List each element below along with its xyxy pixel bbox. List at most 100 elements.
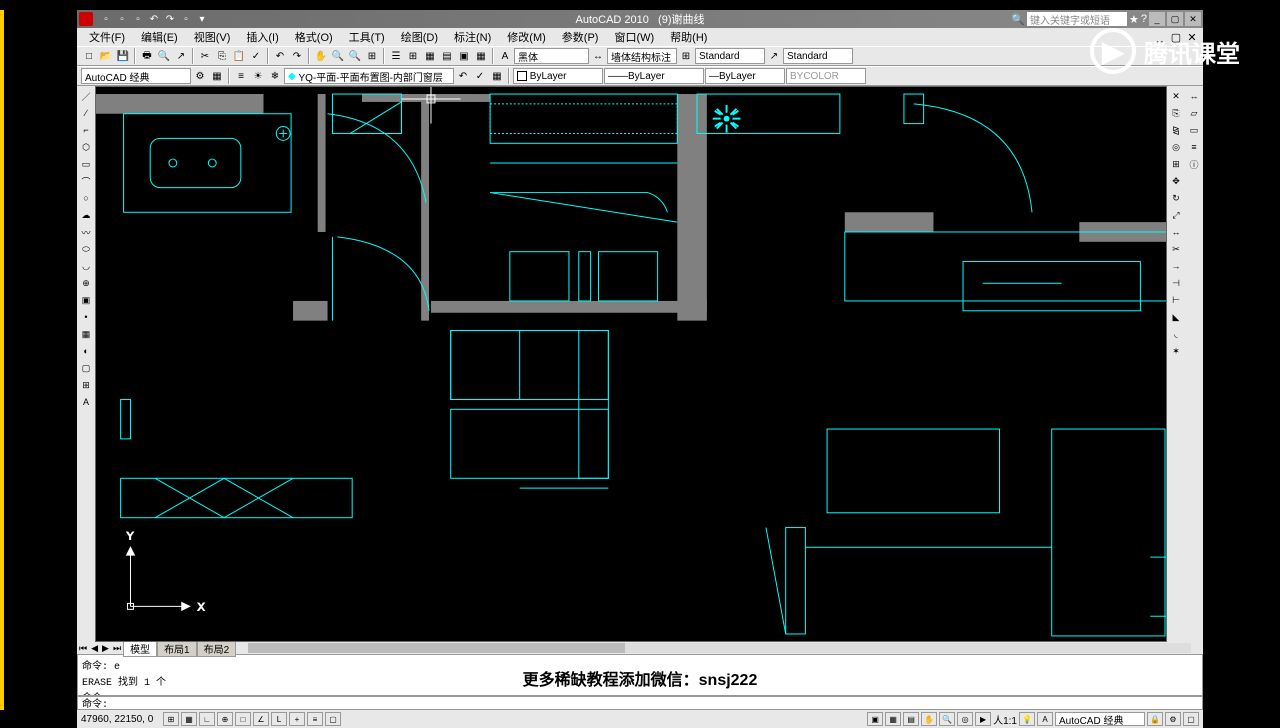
menu-window[interactable]: 窗口(W) xyxy=(606,27,662,47)
menu-parametric[interactable]: 参数(P) xyxy=(554,27,607,47)
drawing-canvas[interactable]: X Y xyxy=(95,86,1167,642)
ellipsearc-icon[interactable]: ◡ xyxy=(78,258,94,274)
markup-icon[interactable]: ▣ xyxy=(456,48,472,64)
undo-icon[interactable]: ↶ xyxy=(272,48,288,64)
match-icon[interactable]: ✓ xyxy=(248,48,264,64)
id-icon[interactable]: ⓘ xyxy=(1186,156,1202,172)
workspace-settings-icon[interactable]: ⚙ xyxy=(192,68,208,84)
hscroll-track[interactable] xyxy=(248,643,1191,653)
color-dropdown[interactable]: ByLayer xyxy=(513,68,603,84)
list-icon[interactable]: ≡ xyxy=(1186,139,1202,155)
layer-manager-icon[interactable]: ≡ xyxy=(233,68,249,84)
textstyle-icon[interactable]: A xyxy=(497,48,513,64)
preview-icon[interactable]: 🔍 xyxy=(156,48,172,64)
trim-icon[interactable]: ✂ xyxy=(1168,241,1184,257)
annovis-icon[interactable]: 💡 xyxy=(1019,712,1035,726)
save-icon[interactable]: 💾 xyxy=(115,48,131,64)
textstyle2-dropdown[interactable]: Standard xyxy=(783,48,853,64)
mleader-icon[interactable]: ↗ xyxy=(766,48,782,64)
ortho-toggle[interactable]: ∟ xyxy=(199,712,215,726)
plotstyle-dropdown[interactable]: BYCOLOR xyxy=(786,68,866,84)
tab-nav-next-icon[interactable]: ▶ xyxy=(100,643,111,654)
layer-dropdown[interactable]: ◆ YQ-平面-平面布置图-内部门窗层 xyxy=(284,68,454,84)
polar-toggle[interactable]: ⊕ xyxy=(217,712,233,726)
quickview-icon[interactable]: ▦ xyxy=(885,712,901,726)
doc-close-icon[interactable]: ✕ xyxy=(1185,31,1199,44)
scale-icon[interactable]: ⤢ xyxy=(1168,207,1184,223)
gradient-icon[interactable]: ◐ xyxy=(78,343,94,359)
font-dropdown[interactable]: 黑体 xyxy=(514,48,589,64)
array-icon[interactable]: ⊞ xyxy=(1168,156,1184,172)
region2-icon[interactable]: ▭ xyxy=(1186,122,1202,138)
osnap-toggle[interactable]: □ xyxy=(235,712,251,726)
region-icon[interactable]: ▢ xyxy=(78,360,94,376)
tab-nav-first-icon[interactable]: ⏮ xyxy=(77,643,89,654)
menu-edit[interactable]: 编辑(E) xyxy=(133,27,186,47)
infocenter-icon[interactable]: 🔍 xyxy=(1011,13,1025,26)
doc-restore-icon[interactable]: ▢ xyxy=(1169,31,1183,44)
lwt-toggle[interactable]: ≡ xyxy=(307,712,323,726)
spline-icon[interactable]: 〰 xyxy=(78,224,94,240)
rectangle-icon[interactable]: ▭ xyxy=(78,156,94,172)
autocad-logo-icon[interactable] xyxy=(79,12,93,26)
designcenter-icon[interactable]: ⊞ xyxy=(405,48,421,64)
extend-icon[interactable]: → xyxy=(1168,258,1184,274)
mtext-icon[interactable]: A xyxy=(78,394,94,410)
command-input[interactable]: 命令: xyxy=(77,696,1203,710)
dimstyle-dropdown[interactable]: 墙体结构标注 xyxy=(607,48,677,64)
tab-nav-prev-icon[interactable]: ◀ xyxy=(89,643,100,654)
xline-icon[interactable]: ∕ xyxy=(78,105,94,121)
zoom-window-icon[interactable]: ⊞ xyxy=(364,48,380,64)
menu-file[interactable]: 文件(F) xyxy=(81,27,133,47)
hardware-icon[interactable]: ⚙ xyxy=(1165,712,1181,726)
showmotion-icon[interactable]: ▶ xyxy=(975,712,991,726)
menu-dimension[interactable]: 标注(N) xyxy=(446,27,499,47)
layer-freeze-icon[interactable]: ❄ xyxy=(267,68,283,84)
coordinates-display[interactable]: 47960, 22150, 0 xyxy=(81,714,161,725)
menu-view[interactable]: 视图(V) xyxy=(186,27,239,47)
sheetset-icon[interactable]: ▤ xyxy=(439,48,455,64)
snap-toggle[interactable]: ⊞ xyxy=(163,712,179,726)
point-icon[interactable]: • xyxy=(78,309,94,325)
zoom-prev-icon[interactable]: 🔍 xyxy=(347,48,363,64)
pan-icon[interactable]: ✋ xyxy=(313,48,329,64)
menu-draw[interactable]: 绘图(D) xyxy=(393,27,446,47)
layer-state-icon[interactable]: ☀ xyxy=(250,68,266,84)
block-icon[interactable]: ▣ xyxy=(78,292,94,308)
pan-status-icon[interactable]: ✋ xyxy=(921,712,937,726)
search-input[interactable]: 键入关键字或短语 xyxy=(1027,12,1127,26)
toolpalettes-icon[interactable]: ▦ xyxy=(422,48,438,64)
stretch-icon[interactable]: ↔ xyxy=(1168,224,1184,240)
pline-icon[interactable]: ⌐ xyxy=(78,122,94,138)
tablestyle-icon[interactable]: ⊞ xyxy=(678,48,694,64)
qat-redo-icon[interactable]: ↷ xyxy=(163,12,177,26)
open-icon[interactable]: 📂 xyxy=(98,48,114,64)
join-icon[interactable]: ⊢ xyxy=(1168,292,1184,308)
break-icon[interactable]: ⊣ xyxy=(1168,275,1184,291)
grid-toggle[interactable]: ▦ xyxy=(181,712,197,726)
workspace-save-icon[interactable]: ▦ xyxy=(209,68,225,84)
qat-print-icon[interactable]: ▫ xyxy=(179,12,193,26)
menu-tools[interactable]: 工具(T) xyxy=(341,27,393,47)
annoscale-display[interactable]: 人1:1 xyxy=(993,712,1017,727)
menu-help[interactable]: 帮助(H) xyxy=(662,27,715,47)
tab-nav-last-icon[interactable]: ⏭ xyxy=(111,643,123,654)
area-icon[interactable]: ▱ xyxy=(1186,105,1202,121)
qvlayout-icon[interactable]: ▤ xyxy=(903,712,919,726)
move-icon[interactable]: ✥ xyxy=(1168,173,1184,189)
qat-save-icon[interactable]: ▫ xyxy=(131,12,145,26)
qat-dropdown-icon[interactable]: ▾ xyxy=(195,12,209,26)
zoom-icon[interactable]: 🔍 xyxy=(330,48,346,64)
copy-obj-icon[interactable]: ⎘ xyxy=(1168,105,1184,121)
dist-icon[interactable]: ↔ xyxy=(1186,88,1202,104)
tab-layout1[interactable]: 布局1 xyxy=(157,640,197,657)
doc-minimize-icon[interactable]: _ xyxy=(1153,31,1167,44)
offset-icon[interactable]: ◎ xyxy=(1168,139,1184,155)
layer-iso-icon[interactable]: ▦ xyxy=(489,68,505,84)
rotate-icon[interactable]: ↻ xyxy=(1168,190,1184,206)
model-paper-toggle[interactable]: ▣ xyxy=(867,712,883,726)
erase-icon[interactable]: ✕ xyxy=(1168,88,1184,104)
redo-icon[interactable]: ↷ xyxy=(289,48,305,64)
zoom-status-icon[interactable]: 🔍 xyxy=(939,712,955,726)
polygon-icon[interactable]: ⬡ xyxy=(78,139,94,155)
